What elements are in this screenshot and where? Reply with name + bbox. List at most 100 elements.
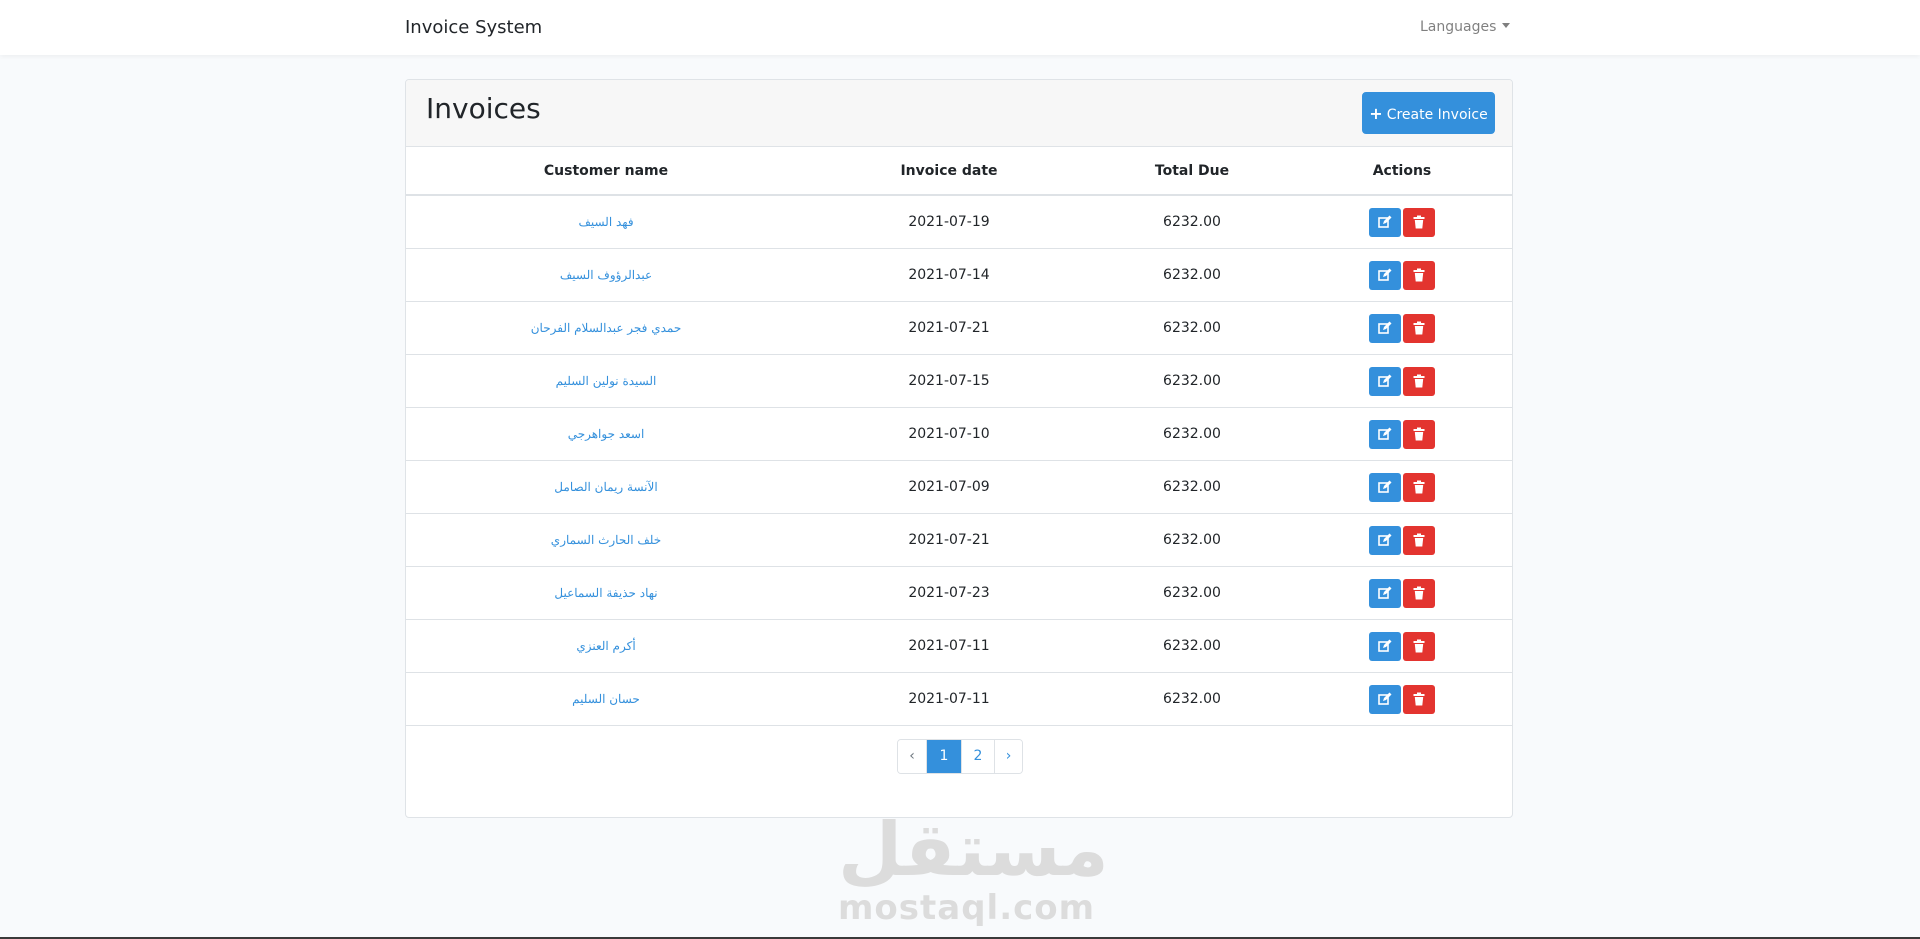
header-customer-name: Customer name [406, 147, 806, 196]
customer-name-link[interactable]: الآنسة ريمان الصامل [554, 480, 657, 494]
invoice-date-cell: 2021-07-14 [806, 248, 1092, 302]
actions-cell [1292, 460, 1512, 514]
table-row: الآنسة ريمان الصامل 2021-07-09 6232.00 [406, 460, 1512, 514]
brand-link[interactable]: Invoice System [405, 17, 542, 38]
delete-button[interactable] [1403, 313, 1435, 343]
actions-cell [1292, 248, 1512, 302]
watermark: مستقل mostaql.com [838, 807, 1109, 928]
edit-button[interactable] [1369, 207, 1401, 237]
delete-button[interactable] [1403, 578, 1435, 608]
customer-name-cell: حمدي فجر عبدالسلام الفرحان [406, 301, 806, 355]
customer-name-link[interactable]: خلف الحارث السماري [551, 533, 661, 547]
table-row: حمدي فجر عبدالسلام الفرحان 2021-07-21 6232… [406, 301, 1512, 355]
languages-dropdown[interactable]: Languages [1420, 19, 1511, 35]
invoice-date-cell: 2021-07-10 [806, 407, 1092, 461]
watermark-latin: mostaql.com [838, 888, 1096, 928]
edit-button[interactable] [1369, 313, 1401, 343]
customer-name-link[interactable]: عبدالرؤوف السيف [560, 268, 652, 282]
actions-cell [1292, 566, 1512, 620]
delete-button[interactable] [1403, 366, 1435, 396]
actions-cell [1292, 354, 1512, 408]
customer-name-link[interactable]: نهاد حذيفة السماعيل [554, 586, 657, 600]
delete-button[interactable] [1403, 472, 1435, 502]
delete-button[interactable] [1403, 684, 1435, 714]
delete-button[interactable] [1403, 260, 1435, 290]
customer-name-link[interactable]: أكرم العنزي [576, 639, 635, 653]
customer-name-link[interactable]: فهد السيف [578, 215, 633, 229]
total-due-cell: 6232.00 [1092, 195, 1292, 249]
customer-name-link[interactable]: حسان السليم [572, 692, 640, 706]
invoice-date-cell: 2021-07-11 [806, 672, 1092, 726]
customer-name-link[interactable]: حمدي فجر عبدالسلام الفرحان [531, 321, 682, 335]
caret-down-icon [1502, 23, 1511, 28]
invoices-card: Invoices + Create Invoice Customer name I… [405, 79, 1513, 818]
customer-name-link[interactable]: السيدة نولين السليم [556, 374, 657, 388]
watermark-arabic: مستقل [838, 807, 1109, 893]
delete-button[interactable] [1403, 207, 1435, 237]
top-navbar: Invoice System Languages [0, 0, 1920, 55]
invoice-date-cell: 2021-07-09 [806, 460, 1092, 514]
invoice-date-cell: 2021-07-23 [806, 566, 1092, 620]
actions-cell [1292, 513, 1512, 567]
actions-cell [1292, 301, 1512, 355]
edit-button[interactable] [1369, 525, 1401, 555]
edit-button[interactable] [1369, 419, 1401, 449]
invoice-date-cell: 2021-07-11 [806, 619, 1092, 673]
customer-name-cell: اسعد جواهرجي [406, 407, 806, 461]
plus-icon: + [1369, 103, 1383, 123]
page-title: Invoices [426, 92, 541, 125]
delete-button[interactable] [1403, 525, 1435, 555]
create-invoice-label: Create Invoice [1386, 106, 1488, 123]
customer-name-link[interactable]: اسعد جواهرجي [568, 427, 645, 441]
edit-button[interactable] [1369, 578, 1401, 608]
total-due-cell: 6232.00 [1092, 460, 1292, 514]
table-header-row: Customer name Invoice date Total Due Act… [406, 147, 1512, 196]
table-row: عبدالرؤوف السيف 2021-07-14 6232.00 [406, 248, 1512, 302]
create-invoice-button[interactable]: + Create Invoice [1362, 92, 1495, 134]
total-due-cell: 6232.00 [1092, 354, 1292, 408]
edit-button[interactable] [1369, 472, 1401, 502]
total-due-cell: 6232.00 [1092, 301, 1292, 355]
total-due-cell: 6232.00 [1092, 248, 1292, 302]
pagination-next[interactable]: › [994, 740, 1022, 773]
total-due-cell: 6232.00 [1092, 407, 1292, 461]
header-invoice-date: Invoice date [806, 147, 1092, 196]
customer-name-cell: خلف الحارث السماري [406, 513, 806, 567]
pagination-page-2[interactable]: 2 [961, 740, 994, 773]
card-header: Invoices + Create Invoice [406, 80, 1512, 147]
delete-button[interactable] [1403, 631, 1435, 661]
actions-cell [1292, 619, 1512, 673]
header-total-due: Total Due [1092, 147, 1292, 196]
total-due-cell: 6232.00 [1092, 513, 1292, 567]
actions-cell [1292, 672, 1512, 726]
customer-name-cell: السيدة نولين السليم [406, 354, 806, 408]
customer-name-cell: أكرم العنزي [406, 619, 806, 673]
table-row: فهد السيف 2021-07-19 6232.00 [406, 195, 1512, 249]
total-due-cell: 6232.00 [1092, 672, 1292, 726]
edit-button[interactable] [1369, 684, 1401, 714]
edit-button[interactable] [1369, 631, 1401, 661]
customer-name-cell: حسان السليم [406, 672, 806, 726]
actions-cell [1292, 407, 1512, 461]
edit-button[interactable] [1369, 260, 1401, 290]
customer-name-cell: نهاد حذيفة السماعيل [406, 566, 806, 620]
pagination-prev[interactable]: ‹ [898, 740, 926, 773]
table-row: السيدة نولين السليم 2021-07-15 6232.00 [406, 354, 1512, 408]
delete-button[interactable] [1403, 419, 1435, 449]
total-due-cell: 6232.00 [1092, 566, 1292, 620]
table-row: أكرم العنزي 2021-07-11 6232.00 [406, 619, 1512, 673]
table-row: خلف الحارث السماري 2021-07-21 6232.00 [406, 513, 1512, 567]
customer-name-cell: فهد السيف [406, 195, 806, 249]
customer-name-cell: الآنسة ريمان الصامل [406, 460, 806, 514]
invoice-date-cell: 2021-07-21 [806, 513, 1092, 567]
header-actions: Actions [1292, 147, 1512, 196]
edit-button[interactable] [1369, 366, 1401, 396]
pagination-page-1[interactable]: 1 [926, 740, 961, 773]
customer-name-cell: عبدالرؤوف السيف [406, 248, 806, 302]
languages-label: Languages [1420, 19, 1497, 35]
invoices-table: Customer name Invoice date Total Due Act… [406, 147, 1512, 726]
total-due-cell: 6232.00 [1092, 619, 1292, 673]
invoice-date-cell: 2021-07-19 [806, 195, 1092, 249]
table-row: نهاد حذيفة السماعيل 2021-07-23 6232.00 [406, 566, 1512, 620]
actions-cell [1292, 195, 1512, 249]
